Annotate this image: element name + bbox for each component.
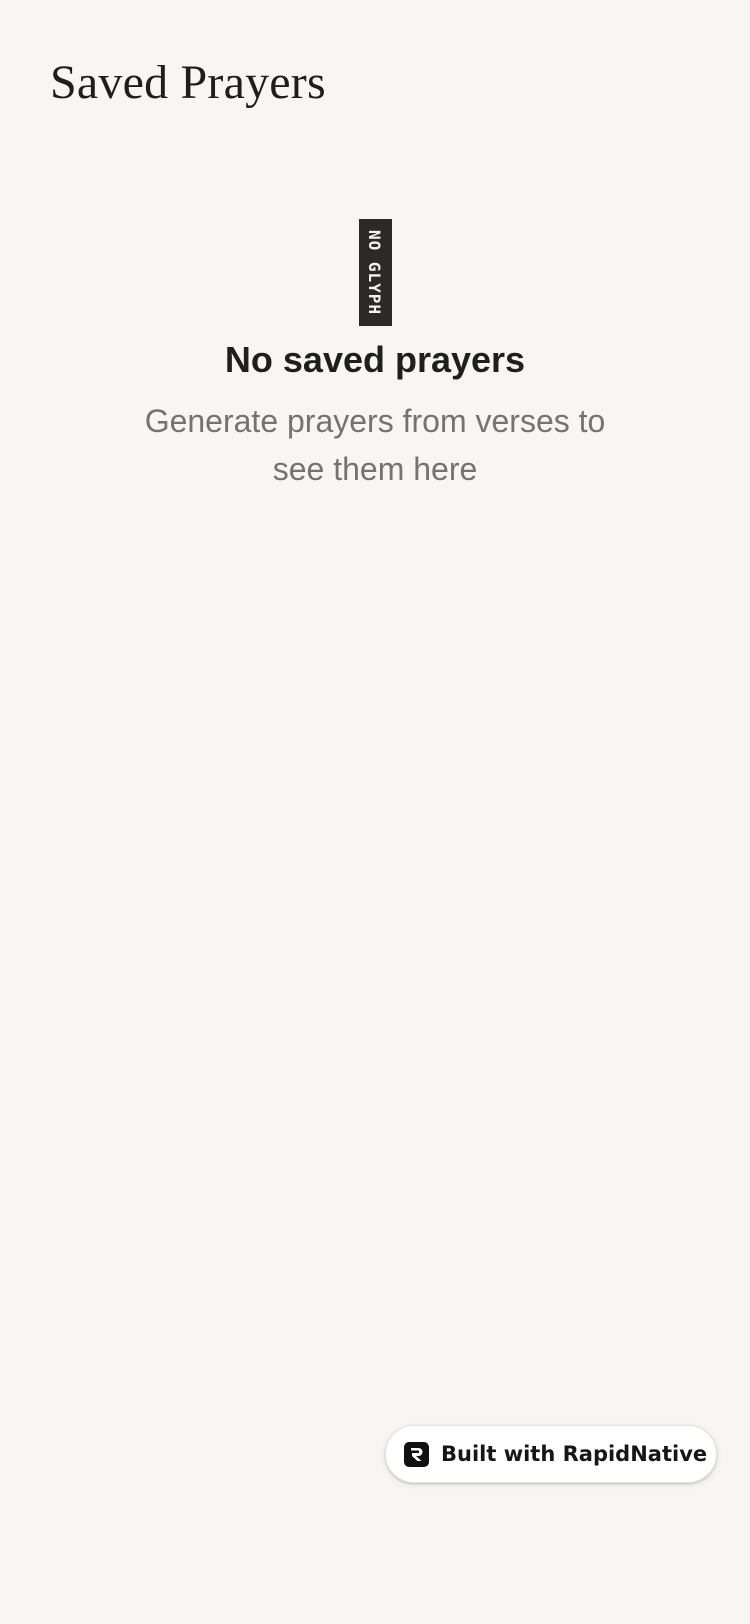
empty-state-title: No saved prayers bbox=[224, 339, 526, 380]
built-with-rapidnative-badge[interactable]: Built with RapidNative bbox=[385, 1425, 717, 1483]
rapidnative-logo-icon bbox=[404, 1441, 429, 1467]
built-with-label: Built with RapidNative bbox=[441, 1442, 708, 1466]
page-title: Saved Prayers bbox=[50, 56, 326, 109]
no-glyph-icon-text: NO GLYPH bbox=[365, 229, 385, 316]
no-glyph-icon: NO GLYPH bbox=[358, 219, 392, 326]
empty-state: NO GLYPH No saved prayers Generate praye… bbox=[0, 219, 750, 493]
empty-state-subtitle: Generate prayers from verses to see them… bbox=[144, 403, 606, 487]
